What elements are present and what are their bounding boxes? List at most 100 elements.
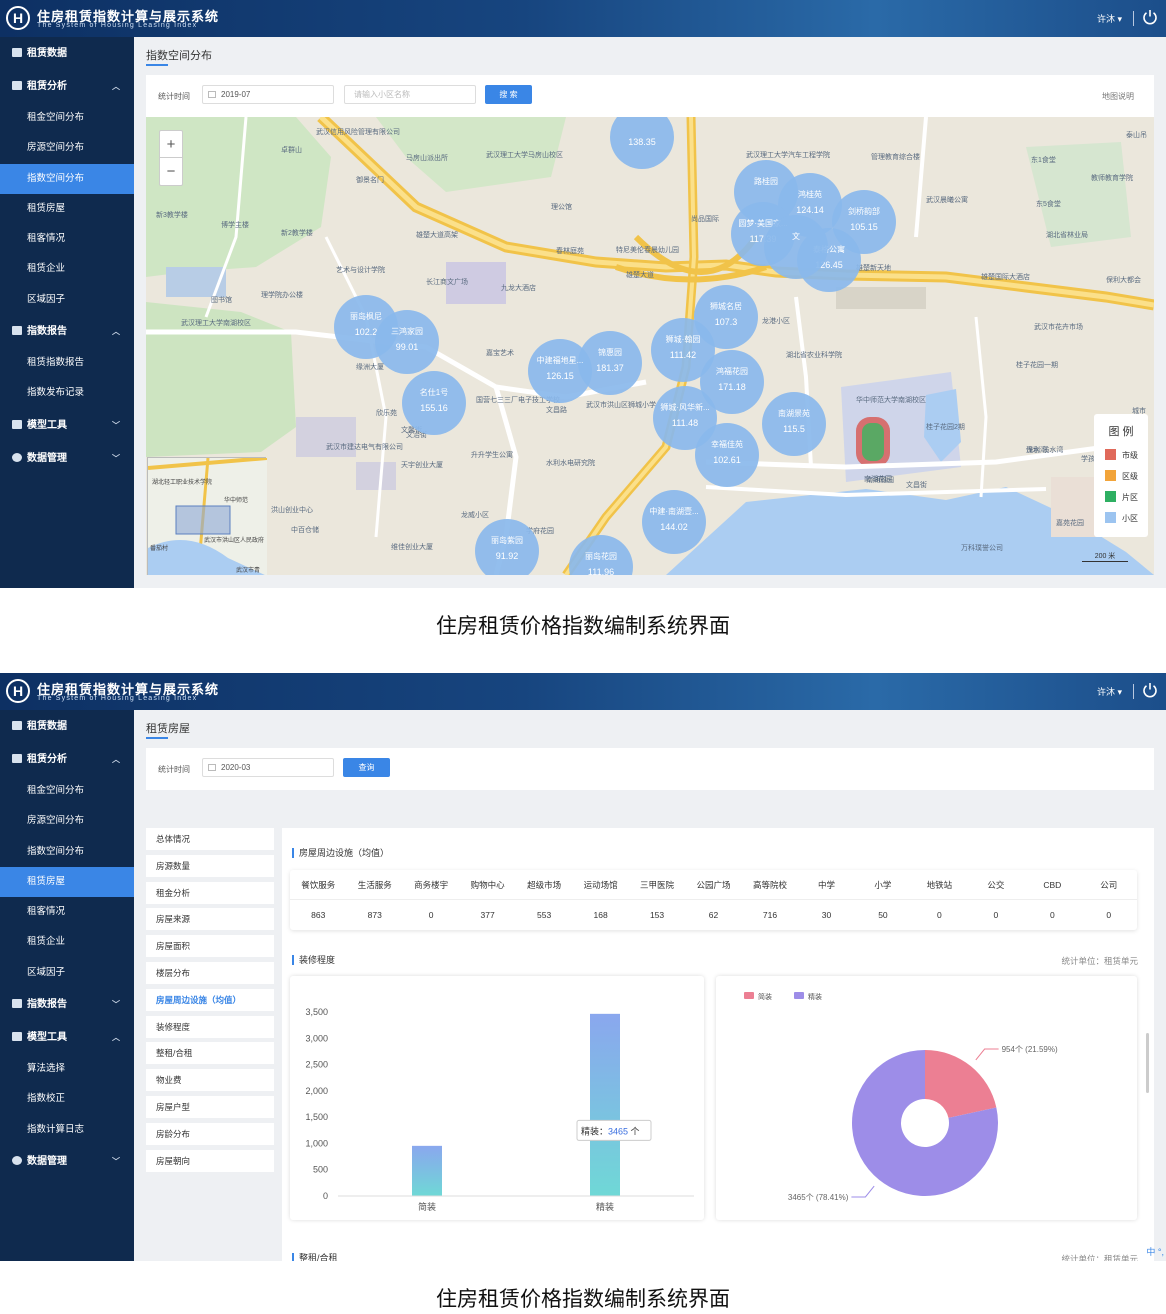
- nav-group-model-tools[interactable]: 模型工具 ︿: [0, 1021, 134, 1054]
- map-place-label: 嘉宝艺术: [486, 348, 514, 357]
- nav-item-rental-housing[interactable]: 租赁房屋: [0, 194, 134, 224]
- nav-group-rental-data[interactable]: 租赁数据: [0, 710, 134, 743]
- map-place-label: 特尼美伦春晨幼儿园: [616, 245, 679, 254]
- nav-group-index-report[interactable]: 指数报告 ︿: [0, 315, 134, 348]
- nav-item-tenants[interactable]: 租客情况: [0, 224, 134, 254]
- nav-group-rental-analysis[interactable]: 租赁分析 ︿: [0, 70, 134, 103]
- community-bubble[interactable]: [764, 215, 828, 279]
- submenu-orientation[interactable]: 房屋朝向: [146, 1149, 274, 1172]
- nav-item-index-spatial[interactable]: 指数空间分布: [0, 837, 134, 867]
- bubble-value: 111.42: [670, 350, 696, 360]
- chevron-up-icon: ︿: [112, 755, 120, 764]
- submenu-listing-count[interactable]: 房源数量: [146, 854, 274, 877]
- pie-slice-简装[interactable]: [925, 1050, 997, 1118]
- y-tick-label: 2,000: [305, 1086, 328, 1096]
- nav-item-index-correction[interactable]: 指数校正: [0, 1084, 134, 1114]
- date-picker[interactable]: 2020-03: [202, 758, 334, 777]
- nav-item-rent-spatial[interactable]: 租金空间分布: [0, 103, 134, 133]
- chevron-up-icon: ︿: [112, 327, 120, 337]
- facility-value: 716: [762, 910, 778, 920]
- nav-item-housing-spatial[interactable]: 房源空间分布: [0, 806, 134, 836]
- chevron-down-icon: ﹀: [112, 1000, 120, 1010]
- nav-item-rental-housing[interactable]: 租赁房屋: [0, 866, 134, 898]
- query-button[interactable]: 查询: [343, 758, 390, 777]
- bubble-name: 剑桥韵部: [848, 206, 880, 216]
- nav-group-rental-analysis[interactable]: 租赁分析 ︿: [0, 743, 134, 776]
- pie-chart-panel: 简装 精装 954个 (21.59%) 3465个 (78.41%): [716, 976, 1137, 1220]
- submenu-facilities[interactable]: 房屋周边设施（均值）: [146, 988, 274, 1011]
- bubble-name: 鸿福花园: [716, 366, 748, 376]
- submenu-property-fee[interactable]: 物业费: [146, 1069, 274, 1092]
- nav-item-region-factors[interactable]: 区域因子: [0, 958, 134, 988]
- app-window-index-map: H 住房租赁指数计算与展示系统 The System of Housing Le…: [0, 0, 1166, 588]
- submenu-rent-analysis[interactable]: 租金分析: [146, 881, 274, 904]
- calendar-icon: [208, 91, 216, 98]
- facility-value: 0: [937, 910, 942, 920]
- nav-item-tenants[interactable]: 租客情况: [0, 897, 134, 927]
- facility-value: 0: [1049, 910, 1055, 920]
- figure-caption-bottom: 住房租赁价格指数编制系统界面: [436, 1288, 730, 1311]
- community-search-input[interactable]: 请输入小区名称: [344, 85, 476, 104]
- nav-item-companies[interactable]: 租赁企业: [0, 927, 134, 957]
- nav-group-rental-data[interactable]: 租赁数据: [0, 37, 134, 70]
- nav-item-housing-spatial[interactable]: 房源空间分布: [0, 133, 134, 163]
- y-tick-label: 1,500: [305, 1112, 328, 1122]
- map-place-label: 中百仓储: [291, 525, 319, 534]
- map-place-label: 武汉理工大学汽车工程学院: [746, 150, 830, 159]
- nav-item-companies[interactable]: 租赁企业: [0, 254, 134, 284]
- bubble-name: 锦惠园: [598, 347, 622, 357]
- nav-group-index-report[interactable]: 指数报告 ﹀: [0, 988, 134, 1021]
- scrollbar[interactable]: [1146, 1033, 1149, 1093]
- overview-viewport[interactable]: [175, 505, 231, 535]
- user-menu[interactable]: 许沐 ▾: [1097, 12, 1122, 25]
- decoration-pie-chart[interactable]: 简装 精装 954个 (21.59%) 3465个 (78.41%): [716, 976, 1137, 1220]
- submenu-floor[interactable]: 楼层分布: [146, 961, 274, 984]
- date-picker[interactable]: 2019-07: [202, 85, 334, 104]
- bar-简装[interactable]: [412, 1145, 442, 1196]
- submenu-layout[interactable]: 房屋户型: [146, 1095, 274, 1118]
- overview-map[interactable]: 湖北轻工职业技术学院 武汉市洪山区人民政府 华中师范 番茄村 武汉市青: [147, 456, 268, 575]
- map-place-label: 武汉理工大学南湖校区: [181, 318, 251, 327]
- bar-精装[interactable]: [590, 1013, 620, 1196]
- app-subtitle: The System of Housing Leasing Index: [37, 22, 198, 29]
- power-icon[interactable]: [1142, 9, 1158, 25]
- nav-group-data-management[interactable]: 数据管理 ﹀: [0, 442, 134, 475]
- nav-item-index-report[interactable]: 租赁指数报告: [0, 348, 134, 378]
- bubble-value: 99.01: [396, 342, 419, 352]
- decoration-bar-chart[interactable]: 0 500 1,000 1,500 2,000 2,500 3,000 3,500 简装 精装 精装…: [290, 976, 704, 1220]
- building-block: [356, 462, 396, 490]
- nav-item-calc-log[interactable]: 指数计算日志: [0, 1115, 134, 1145]
- submenu-source[interactable]: 房屋来源: [146, 908, 274, 931]
- nav-item-region-factors[interactable]: 区域因子: [0, 285, 134, 315]
- map-canvas[interactable]: 武汉理工大学南湖校区武汉理工大学马房山校区雄楚大道高架雄楚大道文治街文昌路华中师…: [146, 117, 1154, 575]
- pie-legend-swatch[interactable]: [794, 992, 804, 999]
- nav-item-algorithm[interactable]: 算法选择: [0, 1054, 134, 1084]
- submenu-decoration[interactable]: 装修程度: [146, 1015, 274, 1038]
- bubble-name: 幸福佳苑: [711, 439, 743, 449]
- submenu-overview[interactable]: 总体情况: [146, 828, 274, 850]
- pie-legend-swatch[interactable]: [744, 992, 754, 999]
- zoom-in-button[interactable]: +: [160, 131, 182, 158]
- submenu-rent-type[interactable]: 整租/合租: [146, 1042, 274, 1065]
- submenu-age[interactable]: 房龄分布: [146, 1122, 274, 1145]
- nav-group-data-management[interactable]: 数据管理 ﹀: [0, 1145, 134, 1178]
- map-view[interactable]: 武汉理工大学南湖校区 武汉理工大学马房山校区 雄楚大道高架 雄楚大道 文治街 文昌路 华中师…: [146, 117, 1154, 575]
- nav-group-model-tools[interactable]: 模型工具 ﹀: [0, 409, 134, 442]
- zoom-out-button[interactable]: −: [160, 158, 182, 185]
- facility-value: 50: [878, 910, 888, 920]
- power-icon[interactable]: [1142, 682, 1158, 698]
- section-title-rent-type: 整租/合租: [292, 1253, 338, 1261]
- overview-label: 湖北轻工职业技术学院: [152, 478, 212, 486]
- nav-item-release-records[interactable]: 指数发布记录: [0, 378, 134, 408]
- nav-item-rent-spatial[interactable]: 租金空间分布: [0, 776, 134, 806]
- nav-item-index-spatial[interactable]: 指数空间分布: [0, 163, 134, 194]
- caret-down-icon: ▾: [1117, 14, 1122, 24]
- submenu-area[interactable]: 房屋面积: [146, 935, 274, 958]
- user-menu[interactable]: 许沐 ▾: [1097, 685, 1122, 698]
- caret-down-icon: ▾: [1117, 687, 1122, 697]
- overview-label: 华中师范: [224, 496, 248, 504]
- facilities-table: 餐饮服务 生活服务 商务楼宇 购物中心 超级市场 运动场馆 三甲医院 公园广场 高等院校 中学 小学…: [290, 870, 1137, 930]
- map-help-link[interactable]: 地图说明: [1102, 91, 1134, 102]
- search-button[interactable]: 搜 索: [485, 85, 532, 104]
- facility-header: 三甲医院: [640, 879, 675, 890]
